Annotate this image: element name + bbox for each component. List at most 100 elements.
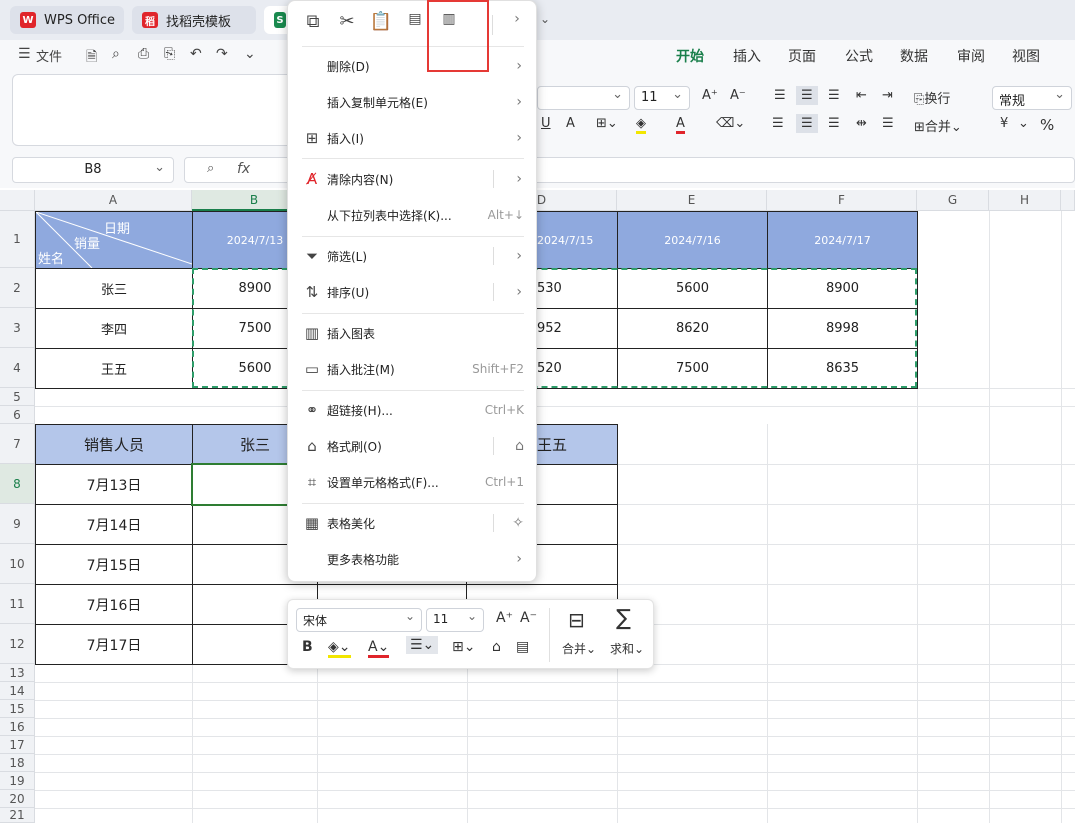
row-header[interactable]: 17 <box>0 736 35 754</box>
share-icon[interactable]: ⌕ <box>112 46 120 62</box>
date-header-cell[interactable]: 2024/7/17 <box>767 211 918 269</box>
ribbon-tab-page[interactable]: 页面 <box>788 46 816 66</box>
name-cell[interactable]: 王五 <box>35 348 193 389</box>
ribbon-tab-formula[interactable]: 公式 <box>845 46 873 66</box>
menu-item-insert-comment[interactable]: ▭ 插入批注(M) Shift+F2 <box>288 352 538 386</box>
row-header[interactable]: 3 <box>0 308 35 348</box>
row-header[interactable]: 8 <box>0 464 35 504</box>
mini-fill-color-icon[interactable]: ◈⌄ <box>328 639 351 658</box>
name-cell[interactable]: 李四 <box>35 308 193 349</box>
menu-item-more-table[interactable]: 更多表格功能 › <box>288 542 538 576</box>
row-header[interactable]: 12 <box>0 624 35 664</box>
row-header[interactable]: 5 <box>0 388 35 406</box>
row-header[interactable]: 14 <box>0 682 35 700</box>
align-center-icon[interactable]: ☰ <box>796 114 818 133</box>
mini-cell-format-icon[interactable]: ▤ <box>516 639 529 655</box>
font-shrink-icon[interactable]: A⁻ <box>730 88 746 103</box>
tab-template[interactable]: 稻 找稻壳模板 <box>132 6 256 34</box>
mini-merge-icon[interactable]: ⊟ <box>568 608 585 632</box>
mini-sum-button[interactable]: 求和⌄ <box>610 640 644 657</box>
name-cell[interactable]: 张三 <box>35 268 193 309</box>
table2-date-cell[interactable]: 7月15日 <box>35 544 193 585</box>
row-header[interactable]: 16 <box>0 718 35 736</box>
date-header-cell[interactable]: 2024/7/16 <box>617 211 768 269</box>
table2-date-cell[interactable]: 7月14日 <box>35 504 193 545</box>
wrap-text-button[interactable]: ⎘换行 <box>914 88 950 107</box>
file-menu[interactable]: 文件 <box>36 46 62 65</box>
align-right-icon[interactable]: ☰ <box>828 116 840 131</box>
ribbon-tab-insert[interactable]: 插入 <box>733 46 761 66</box>
align-left-icon[interactable]: ☰ <box>772 116 784 131</box>
percent-button[interactable]: % <box>1040 116 1054 134</box>
chevron-down-icon[interactable]: ⌄ <box>540 12 550 26</box>
ribbon-tab-data[interactable]: 数据 <box>900 46 928 66</box>
table2-date-cell[interactable]: 7月13日 <box>35 464 193 505</box>
format-brush-lock-icon[interactable]: ⌂ <box>515 438 524 454</box>
strike-icon[interactable]: A <box>566 116 575 131</box>
row-header[interactable]: 1 <box>0 211 35 268</box>
row-header[interactable]: 10 <box>0 544 35 584</box>
more-icon[interactable]: ⌄ <box>244 46 256 62</box>
row-header[interactable]: 18 <box>0 754 35 772</box>
mini-merge-button[interactable]: 合并⌄ <box>562 640 596 657</box>
clear-format-icon[interactable]: ⌫⌄ <box>716 116 745 131</box>
table2-date-cell[interactable]: 7月16日 <box>35 584 193 625</box>
row-header[interactable]: 13 <box>0 664 35 682</box>
print-icon[interactable]: ⎙ <box>138 46 149 62</box>
merge-button[interactable]: ⊞合并⌄ <box>914 116 962 135</box>
row-header[interactable]: 19 <box>0 772 35 790</box>
currency-button[interactable]: ¥ <box>1000 116 1008 131</box>
menu-item-sort[interactable]: ⇅ 排序(U) › <box>288 275 538 309</box>
currency-dropdown-icon[interactable]: ⌄ <box>1018 116 1029 131</box>
cell-edit-area[interactable] <box>12 74 294 146</box>
col-header-h[interactable]: H <box>989 190 1061 211</box>
mini-font-color-icon[interactable]: A⌄ <box>368 639 390 658</box>
mini-border-icon[interactable]: ⊞⌄ <box>452 639 475 655</box>
font-color-icon[interactable]: A <box>676 116 685 134</box>
col-header-i[interactable] <box>1061 190 1075 211</box>
fx-icon[interactable]: fx <box>237 161 250 177</box>
align-top-icon[interactable]: ☰ <box>774 88 786 103</box>
select-all-corner[interactable] <box>0 190 35 211</box>
paste-icon[interactable]: 📋 <box>368 11 394 32</box>
align-bottom-icon[interactable]: ☰ <box>828 88 840 103</box>
font-size-select[interactable]: 11 <box>634 86 690 110</box>
menu-item-format-painter[interactable]: ⌂ 格式刷(O) ⌂ <box>288 429 538 463</box>
menu-item-insert[interactable]: ⊞ 插入(I) › <box>288 121 538 155</box>
redo-icon[interactable]: ↷ <box>216 46 228 62</box>
distribute-icon[interactable]: ⇹ <box>856 116 867 131</box>
menu-item-cell-format[interactable]: ⌗ 设置单元格格式(F)... Ctrl+1 <box>288 465 538 499</box>
sum-icon[interactable]: ∑ <box>616 606 631 631</box>
chevron-right-icon[interactable]: › <box>504 11 530 27</box>
menu-item-filter[interactable]: ⏷ 筛选(L) › <box>288 239 538 273</box>
row-header[interactable]: 21 <box>0 808 35 823</box>
mini-format-brush-icon[interactable]: ⌂ <box>492 639 501 655</box>
menu-item-table-beautify[interactable]: ▦ 表格美化 ✧ <box>288 506 538 540</box>
row-header[interactable]: 20 <box>0 790 35 808</box>
mini-font-grow-icon[interactable]: A⁺ <box>496 610 513 626</box>
row-header[interactable]: 7 <box>0 424 35 464</box>
align-middle-icon[interactable]: ☰ <box>796 86 818 105</box>
paste-values-icon[interactable]: ▤ <box>402 11 428 27</box>
menu-item-clear[interactable]: A̸ 清除内容(N) › <box>288 162 538 196</box>
number-format-select[interactable]: 常规 <box>992 86 1072 110</box>
row-header[interactable]: 4 <box>0 348 35 388</box>
row-header[interactable]: 6 <box>0 406 35 424</box>
row-header[interactable]: 2 <box>0 268 35 308</box>
row-header[interactable]: 9 <box>0 504 35 544</box>
diagonal-header-cell[interactable]: 日期 销量 姓名 <box>35 211 193 269</box>
undo-icon[interactable]: ↶ <box>190 46 202 62</box>
name-box[interactable]: B8 <box>12 156 174 183</box>
font-grow-icon[interactable]: A⁺ <box>702 88 718 103</box>
mini-font-shrink-icon[interactable]: A⁻ <box>520 610 537 626</box>
fill-color-icon[interactable]: ◈ <box>636 116 646 134</box>
justify-icon[interactable]: ☰ <box>882 116 894 131</box>
tab-wps-office[interactable]: W WPS Office <box>10 6 124 34</box>
row-header[interactable]: 15 <box>0 700 35 718</box>
row-header[interactable]: 11 <box>0 584 35 624</box>
font-name-select[interactable] <box>537 86 630 110</box>
border-icon[interactable]: ⊞⌄ <box>596 116 618 131</box>
ribbon-tab-home[interactable]: 开始 <box>676 46 704 72</box>
preview-icon[interactable]: ⎘ <box>164 46 175 62</box>
zoom-icon[interactable]: ⌕ <box>207 161 214 176</box>
